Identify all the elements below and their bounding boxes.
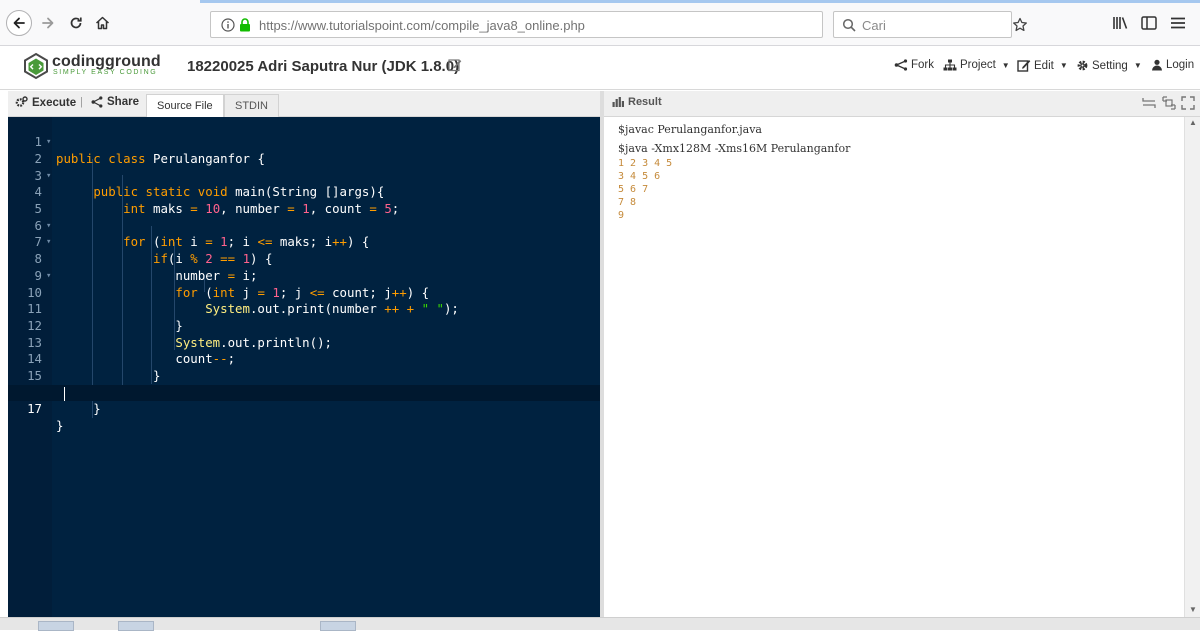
share-label: Share [107,96,139,108]
code-line[interactable]: 4 int maks = 10, number = 1, count = 5; [8,168,600,216]
hamburger-menu-icon[interactable] [1170,17,1186,29]
lock-icon[interactable] [239,18,251,32]
setting-label: Setting [1092,59,1128,72]
edit-menu[interactable]: Edit ▼ [1017,59,1068,72]
bookmark-star-icon[interactable] [1012,17,1028,33]
url-text[interactable]: https://www.tutorialspoint.com/compile_j… [259,18,585,33]
project-title: 18220025 Adri Saputra Nur (JDK 1.8.0) [187,58,460,75]
home-icon [95,16,109,30]
code-line-active[interactable]: 17 } [8,384,600,433]
library-icon[interactable] [1112,16,1128,30]
codingground-logo-icon[interactable] [22,52,50,80]
result-label: Result [628,96,662,108]
cogs-icon [15,96,28,107]
edit-icon [1017,60,1031,72]
editor-toolbar: Execute | Share Source File STDIN [8,91,600,117]
code-editor[interactable]: 1 ▾ public class Perulanganfor { 2 3 ▾ pub… [8,117,600,617]
code-line[interactable]: 13 count--; [8,318,600,367]
gear-icon [1077,60,1088,71]
edit-title-icon[interactable] [448,58,462,72]
search-input[interactable]: Cari [862,18,886,33]
back-button[interactable] [6,10,32,36]
execute-button[interactable]: Execute [15,96,76,109]
fork-menu[interactable]: Fork [894,59,934,71]
output-line: 5 6 7 [618,184,649,195]
code-line[interactable]: 16 } [8,368,600,417]
caret-down-icon: ▼ [1001,60,1010,70]
browser-toolbar: https://www.tutorialspoint.com/compile_j… [0,0,1200,46]
arrow-left-icon [13,17,25,29]
line-number: 17 [27,401,42,417]
caret-down-icon: ▼ [1133,61,1142,70]
code-line[interactable]: 10 System.out.print(number ++ + " "); [8,268,600,317]
code-line[interactable]: 6 ▾ for (int i = 1; i <= maks; i++) { [8,201,600,250]
collapse-icon[interactable] [1142,96,1156,110]
code-line[interactable]: 15 } [8,351,600,400]
output-line: 9 [618,210,625,221]
info-icon[interactable] [221,18,235,32]
code-line[interactable]: 3 ▾ public static void main(String []args… [8,151,600,200]
bar-chart-icon [612,97,624,107]
share-button[interactable]: Share [91,96,139,108]
code-text: } [56,401,101,417]
code-line[interactable]: 7 ▾ if(i % 2 == 1) { [8,218,600,266]
sidebar-icon[interactable] [1141,16,1157,30]
scroll-up-icon[interactable]: ▲ [1189,118,1197,127]
search-box[interactable]: Cari [833,11,1012,38]
code-text: } [56,418,64,434]
code-line[interactable]: 1 ▾ public class Perulanganfor { [8,118,600,166]
sitemap-icon [943,59,957,71]
text-cursor [64,386,65,401]
logo-tagline: SIMPLY EASY CODING [53,69,158,76]
forward-button[interactable] [36,11,60,35]
code-line[interactable]: 9 ▾ for (int j = 1; j <= count; j++) { [8,251,600,300]
output-line: 1 2 3 4 5 [618,158,673,169]
address-bar[interactable]: https://www.tutorialspoint.com/compile_j… [210,11,1027,38]
caret-down-icon: ▼ [1059,61,1068,70]
fork-label: Fork [911,59,934,71]
output-line: 7 8 [618,197,637,208]
tab-stdin-label: STDIN [235,100,268,112]
result-header: Result [612,96,662,108]
code-line[interactable]: 2 [8,134,600,166]
result-scrollbar[interactable]: ▲ ▼ [1184,117,1200,617]
code-line[interactable]: 5 [8,184,600,216]
tab-stdin[interactable]: STDIN [224,94,279,117]
arrow-right-icon [42,17,54,29]
search-icon [842,18,856,32]
edit-label: Edit [1034,59,1054,72]
tab-source-file[interactable]: Source File [146,94,224,117]
code-line[interactable]: 11 } [8,285,600,333]
project-menu[interactable]: Project ▼ [943,59,1010,71]
setting-menu[interactable]: Setting ▼ [1076,59,1142,72]
code-line[interactable]: 14 } [8,335,600,383]
share-icon [91,96,103,108]
reload-button[interactable] [64,11,88,35]
result-output[interactable]: $javac Perulanganfor.java $java -Xmx128M… [604,117,1184,617]
tab-accent [200,0,1200,3]
scroll-down-icon[interactable]: ▼ [1189,605,1197,614]
fork-icon [894,59,908,71]
os-taskbar [0,617,1200,631]
tab-source-file-label: Source File [157,100,213,112]
site-header: codingground SIMPLY EASY CODING 18220025… [0,46,1200,90]
code-line[interactable]: 12 System.out.println(); [8,301,600,350]
home-button[interactable] [90,11,114,35]
restore-icon[interactable] [1162,96,1176,110]
login-link[interactable]: Login [1151,59,1194,71]
reload-icon [70,17,82,29]
user-icon [1152,59,1162,71]
expand-icon[interactable] [1181,96,1195,110]
toolbar-separator: | [80,96,83,108]
code-line[interactable]: 8 number = i; [8,234,600,283]
output-line: 3 4 5 6 [618,171,661,182]
run-command: $java -Xmx128M -Xms16M Perulanganfor [618,142,851,155]
project-label: Project [960,59,996,71]
compile-command: $javac Perulanganfor.java [618,123,762,136]
result-toolbar: Result [604,91,1200,117]
execute-label: Execute [32,96,77,109]
login-label: Login [1166,59,1195,71]
